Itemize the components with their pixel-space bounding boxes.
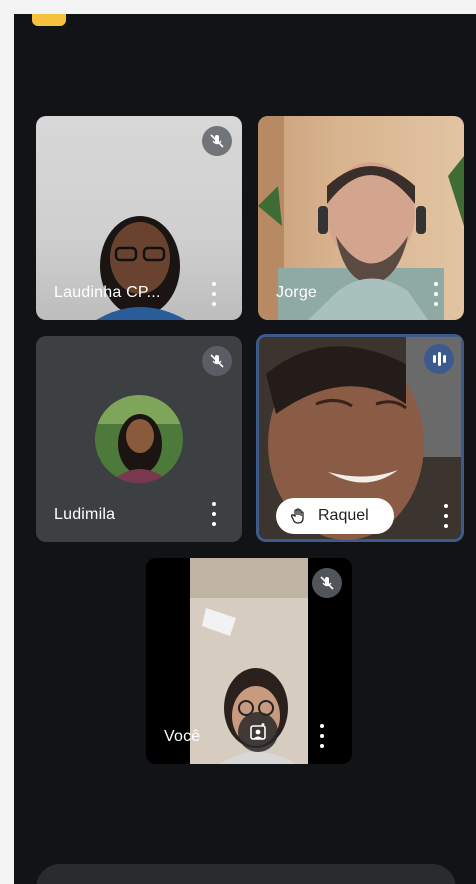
mic-off-icon	[202, 126, 232, 156]
call-controls-bar[interactable]	[36, 864, 456, 884]
camera-effects-icon[interactable]	[238, 712, 278, 752]
participant-tile-raquel[interactable]: Raquel	[256, 334, 464, 542]
activity-badge-icon[interactable]	[32, 14, 66, 26]
avatar	[95, 395, 183, 483]
more-vert-icon[interactable]	[432, 282, 440, 306]
raised-hand-icon	[290, 508, 304, 524]
participant-tile-laudinha[interactable]: Laudinha CP...	[36, 116, 242, 320]
participant-tile-self[interactable]: Você	[146, 558, 352, 764]
participant-name: Laudinha CP...	[54, 284, 161, 301]
audio-level-icon	[424, 344, 454, 374]
participant-tile-ludimila[interactable]: Ludimila	[36, 336, 242, 542]
participant-name: Você	[164, 728, 201, 745]
more-vert-icon[interactable]	[318, 724, 326, 748]
more-vert-icon[interactable]	[442, 504, 450, 528]
raised-hand-chip: Raquel	[276, 498, 394, 534]
participant-name: Jorge	[276, 284, 318, 301]
participant-tile-jorge[interactable]: Jorge	[258, 116, 464, 320]
more-vert-icon[interactable]	[210, 282, 218, 306]
participant-name: Ludimila	[54, 506, 116, 523]
mic-off-icon	[202, 346, 232, 376]
participant-name: Raquel	[318, 507, 369, 524]
mic-off-icon	[312, 568, 342, 598]
more-vert-icon[interactable]	[210, 502, 218, 526]
meeting-screen: Laudinha CP... Jorge Ludimila Raquel Voc…	[14, 14, 476, 884]
